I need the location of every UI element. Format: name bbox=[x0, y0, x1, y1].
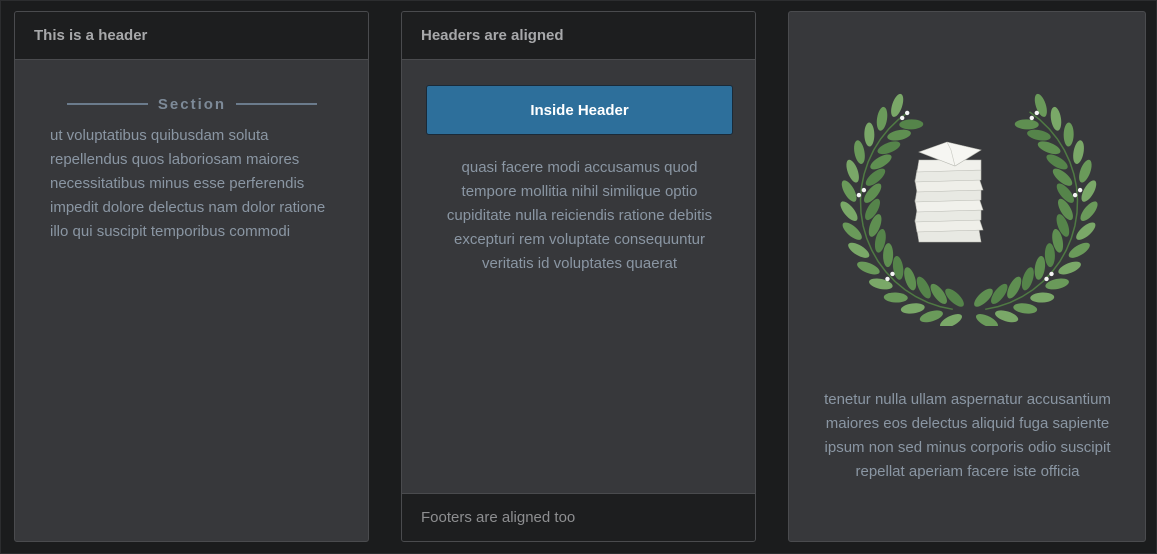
divider-line-left bbox=[67, 103, 148, 105]
berry-icon bbox=[856, 192, 862, 198]
laurel-leaf-icon bbox=[1021, 267, 1034, 291]
berry-icon bbox=[900, 115, 905, 121]
berry-icon bbox=[890, 271, 895, 277]
berry-icon bbox=[1044, 276, 1049, 282]
laurel-leaf-icon bbox=[864, 122, 875, 147]
card-footer: Footers are aligned too bbox=[402, 493, 755, 541]
card-body-text: tenetur nulla ullam aspernatur accusanti… bbox=[824, 391, 1111, 480]
berry-icon bbox=[905, 110, 910, 116]
laurel-leaf-icon bbox=[995, 310, 1019, 323]
card-header: Headers are aligned bbox=[402, 12, 755, 60]
berry-icon bbox=[885, 276, 890, 282]
laurel-leaf-icon bbox=[891, 93, 904, 117]
laurel-leaf-icon bbox=[842, 222, 862, 240]
berry-icon bbox=[1077, 187, 1083, 193]
card-image: tenetur nulla ullam aspernatur accusanti… bbox=[788, 11, 1146, 542]
laurel-leaf-icon bbox=[1044, 243, 1055, 268]
berry-icon bbox=[1049, 271, 1054, 277]
page-frame: This is a header Section ut voluptatibus… bbox=[0, 0, 1157, 554]
laurel-leaf-icon bbox=[840, 201, 858, 222]
laurel-leaf-icon bbox=[883, 292, 908, 303]
laurel-leaf-icon bbox=[887, 129, 911, 141]
berry-icon bbox=[1072, 192, 1078, 198]
laurel-leaf-icon bbox=[892, 255, 904, 280]
laurel-leaf-icon bbox=[1068, 242, 1090, 258]
laurel-leaf-icon bbox=[883, 243, 894, 268]
laurel-leaf-icon bbox=[1076, 222, 1096, 240]
laurel-leaf-icon bbox=[1013, 303, 1038, 314]
laurel-leaf-icon bbox=[848, 242, 870, 258]
laurel-leaf-icon bbox=[1034, 93, 1047, 117]
divider-line-right bbox=[236, 103, 317, 105]
card-header-section: This is a header Section ut voluptatibus… bbox=[14, 11, 369, 542]
inside-header-button[interactable]: Inside Header bbox=[426, 85, 733, 135]
paper-stack-icon bbox=[914, 141, 984, 243]
laurel-leaf-icon bbox=[1014, 119, 1039, 130]
laurel-leaf-icon bbox=[919, 310, 943, 323]
laurel-leaf-icon bbox=[1073, 140, 1084, 164]
laurel-leaf-icon bbox=[1030, 292, 1055, 303]
section-divider: Section bbox=[67, 95, 317, 113]
laurel-leaf-icon bbox=[900, 303, 925, 314]
card-header-title: This is a header bbox=[34, 27, 148, 44]
laurel-wreath-paper-stack-image bbox=[840, 93, 1098, 326]
card-footer-text: Footers are aligned too bbox=[421, 509, 576, 526]
card-body-text: ut voluptatibus quibusdam soluta repelle… bbox=[50, 127, 326, 240]
card-header: This is a header bbox=[15, 12, 368, 60]
section-label: Section bbox=[157, 95, 227, 113]
laurel-leaf-icon bbox=[899, 119, 924, 130]
laurel-leaf-icon bbox=[1080, 201, 1098, 222]
laurel-leaf-icon bbox=[876, 106, 888, 131]
card-body-text: quasi facere modi accusamus quod tempore… bbox=[446, 159, 713, 272]
card-aligned: Headers are aligned Inside Header quasi … bbox=[401, 11, 756, 542]
laurel-leaf-icon bbox=[1027, 129, 1051, 141]
berry-icon bbox=[861, 187, 867, 193]
laurel-leaf-icon bbox=[1034, 255, 1046, 280]
laurel-leaf-icon bbox=[854, 140, 865, 164]
card-header-title: Headers are aligned bbox=[421, 27, 564, 44]
laurel-leaf-icon bbox=[1050, 106, 1062, 131]
laurel-leaf-icon bbox=[904, 267, 917, 291]
laurel-leaf-icon bbox=[1063, 122, 1074, 147]
berry-icon bbox=[1029, 115, 1034, 121]
laurel-leaf-icon bbox=[869, 278, 893, 290]
berry-icon bbox=[1034, 110, 1039, 116]
